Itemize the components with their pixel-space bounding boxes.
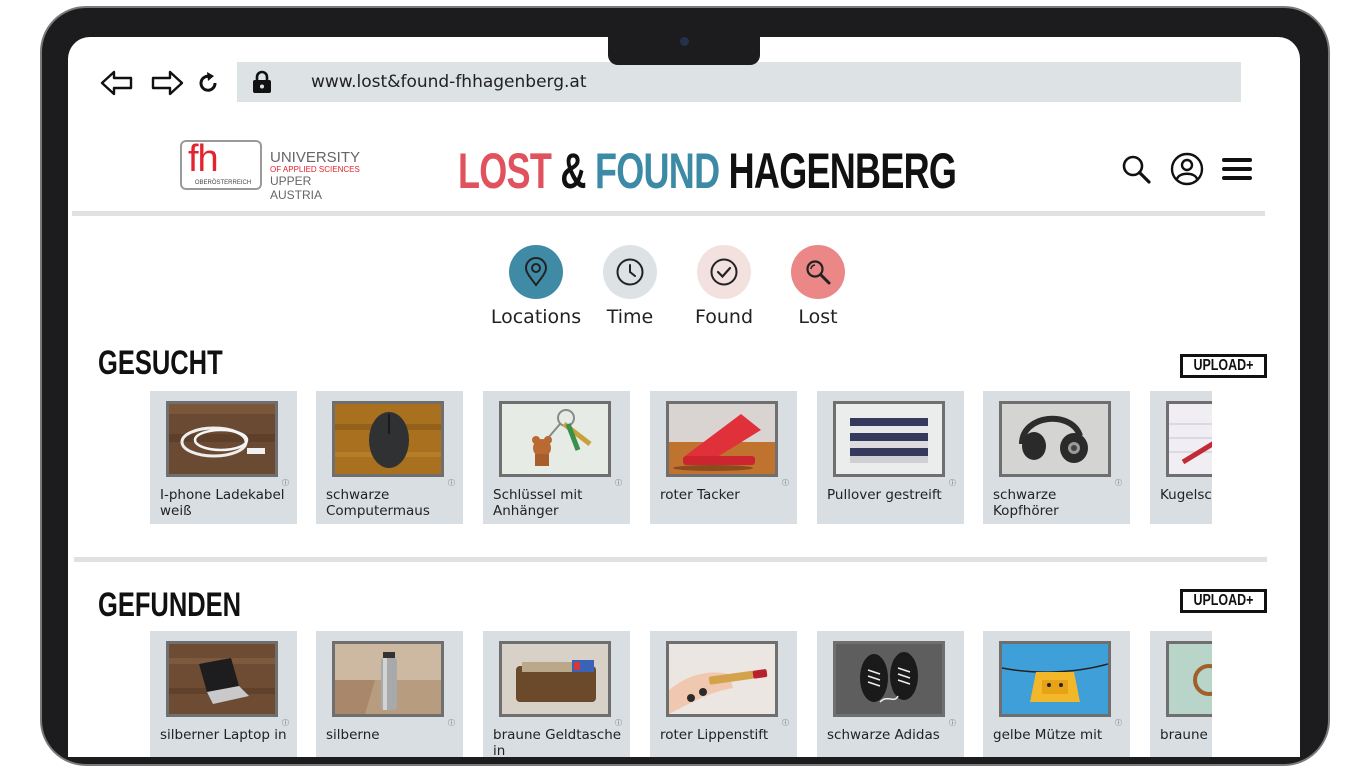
item-image-lipstick xyxy=(666,641,778,717)
section-title-gefunden: GEFUNDEN xyxy=(98,586,242,624)
university-logo[interactable]: fh OBERÖSTERREICH UNIVERSITY OF APPLIED … xyxy=(180,138,366,202)
item-card[interactable]: ⓘ Pullover gestreift xyxy=(817,391,964,524)
search-icon xyxy=(1122,155,1151,184)
item-image-mouse xyxy=(332,401,444,477)
item-image-laptop xyxy=(166,641,278,717)
item-label: I-phone Ladekabel weiß xyxy=(160,487,285,519)
filter-label: Found xyxy=(694,306,754,328)
upload-label: UPLOAD+ xyxy=(1193,592,1254,609)
gesucht-items: ⓘ I-phone Ladekabel weiß ⓘ schwarze Comp… xyxy=(150,391,1212,526)
item-image-cable xyxy=(166,401,278,477)
item-card[interactable]: ⓘ schwarze Computermaus xyxy=(316,391,463,524)
item-label: schwarze Kopfhörer xyxy=(993,487,1059,519)
item-card[interactable]: ⓘ schwarze Kopfhörer xyxy=(983,391,1130,524)
item-label: Pullover gestreift xyxy=(827,487,942,503)
item-image-glasses xyxy=(1166,641,1212,717)
section-title-gesucht: GESUCHT xyxy=(98,344,223,382)
title-lost: LOST xyxy=(458,143,552,199)
item-image-bottle xyxy=(332,641,444,717)
gefunden-items: ⓘ silberner Laptop in ⓘ silberne ⓘ braun… xyxy=(150,631,1212,757)
item-card[interactable]: ⓘ Kugelschreiber xyxy=(1150,391,1212,524)
item-card[interactable]: ⓘ schwarze Adidas xyxy=(817,631,964,757)
arrow-left-icon xyxy=(100,70,133,96)
item-label: braune Geldtasche in xyxy=(493,727,622,757)
item-label: silberner Laptop in xyxy=(160,727,287,743)
item-image-wallet xyxy=(499,641,611,717)
upload-button-gefunden[interactable]: UPLOAD+ xyxy=(1180,589,1267,613)
item-label: silberne xyxy=(326,727,380,743)
logo-line-1: UNIVERSITY xyxy=(270,149,361,166)
title-hagenberg: HAGENBERG xyxy=(719,143,957,199)
item-image-keys xyxy=(499,401,611,477)
arrow-right-icon xyxy=(151,70,184,96)
title-amp: & xyxy=(551,143,595,199)
section-divider xyxy=(74,557,1267,562)
browser-screen: www.lost&found-fhhagenberg.at fh OBERÖST… xyxy=(68,37,1300,757)
search-button[interactable] xyxy=(1118,151,1154,187)
logo-line-3: UPPER AUSTRIA xyxy=(270,174,323,202)
item-image-pen xyxy=(1166,401,1212,477)
lock-icon xyxy=(251,69,273,95)
item-label: Schlüssel mit Anhänger xyxy=(493,487,583,519)
item-image-pullover xyxy=(833,401,945,477)
item-card[interactable]: ⓘ I-phone Ladekabel weiß xyxy=(150,391,297,524)
filter-found[interactable]: Found xyxy=(674,245,774,328)
item-image-hat xyxy=(999,641,1111,717)
item-card[interactable]: ⓘ Schlüssel mit Anhänger xyxy=(483,391,630,524)
logo-line-2: OF APPLIED SCIENCES xyxy=(270,165,360,174)
search-icon xyxy=(791,245,845,299)
reload-icon xyxy=(199,72,217,92)
logo-mark-text: fh xyxy=(188,138,219,180)
item-card[interactable]: ⓘ roter Tacker xyxy=(650,391,797,524)
item-card[interactable]: ⓘ braune Brille xyxy=(1150,631,1212,757)
filter-locations[interactable]: Locations xyxy=(486,245,586,328)
fh-logo-mark: fh OBERÖSTERREICH xyxy=(180,138,262,190)
filter-label: Time xyxy=(606,306,654,328)
item-image-sneakers xyxy=(833,641,945,717)
reload-button[interactable] xyxy=(190,67,226,99)
account-button[interactable] xyxy=(1169,151,1205,187)
location-pin-icon xyxy=(509,245,563,299)
item-image-stapler xyxy=(666,401,778,477)
item-label: braune Brille xyxy=(1160,727,1212,743)
header-divider xyxy=(72,211,1265,216)
check-circle-icon xyxy=(697,245,751,299)
filter-label: Lost xyxy=(798,306,838,328)
logo-sub-text: OBERÖSTERREICH xyxy=(194,180,252,186)
user-icon xyxy=(1170,152,1204,186)
item-image-headphones xyxy=(999,401,1111,477)
filter-time[interactable]: Time xyxy=(580,245,680,328)
item-card[interactable]: ⓘ silberner Laptop in xyxy=(150,631,297,757)
item-card[interactable]: ⓘ roter Lippenstift xyxy=(650,631,797,757)
site-title: LOST & FOUND HAGENBERG xyxy=(458,141,957,201)
back-button[interactable] xyxy=(98,67,134,99)
item-label: gelbe Mütze mit xyxy=(993,727,1103,743)
item-card[interactable]: ⓘ braune Geldtasche in xyxy=(483,631,630,757)
url-text: www.lost&found-fhhagenberg.at xyxy=(311,72,587,92)
item-label: schwarze Computermaus xyxy=(326,487,430,519)
address-bar[interactable]: www.lost&found-fhhagenberg.at xyxy=(237,62,1241,102)
title-found: FOUND xyxy=(594,143,720,199)
menu-button[interactable] xyxy=(1219,151,1255,187)
filter-label: Locations xyxy=(490,306,582,328)
filter-lost[interactable]: Lost xyxy=(768,245,868,328)
item-card[interactable]: ⓘ gelbe Mütze mit xyxy=(983,631,1130,757)
forward-button[interactable] xyxy=(150,67,186,99)
item-card[interactable]: ⓘ silberne xyxy=(316,631,463,757)
camera-icon xyxy=(680,37,689,46)
item-label: Kugelschreiber xyxy=(1160,487,1212,503)
item-label: schwarze Adidas xyxy=(827,727,940,743)
item-label: roter Tacker xyxy=(660,487,740,503)
menu-icon xyxy=(1222,158,1252,180)
upload-button-gesucht[interactable]: UPLOAD+ xyxy=(1180,354,1267,378)
camera-notch xyxy=(608,37,760,65)
upload-label: UPLOAD+ xyxy=(1193,357,1254,374)
clock-icon xyxy=(603,245,657,299)
item-label: roter Lippenstift xyxy=(660,727,769,743)
